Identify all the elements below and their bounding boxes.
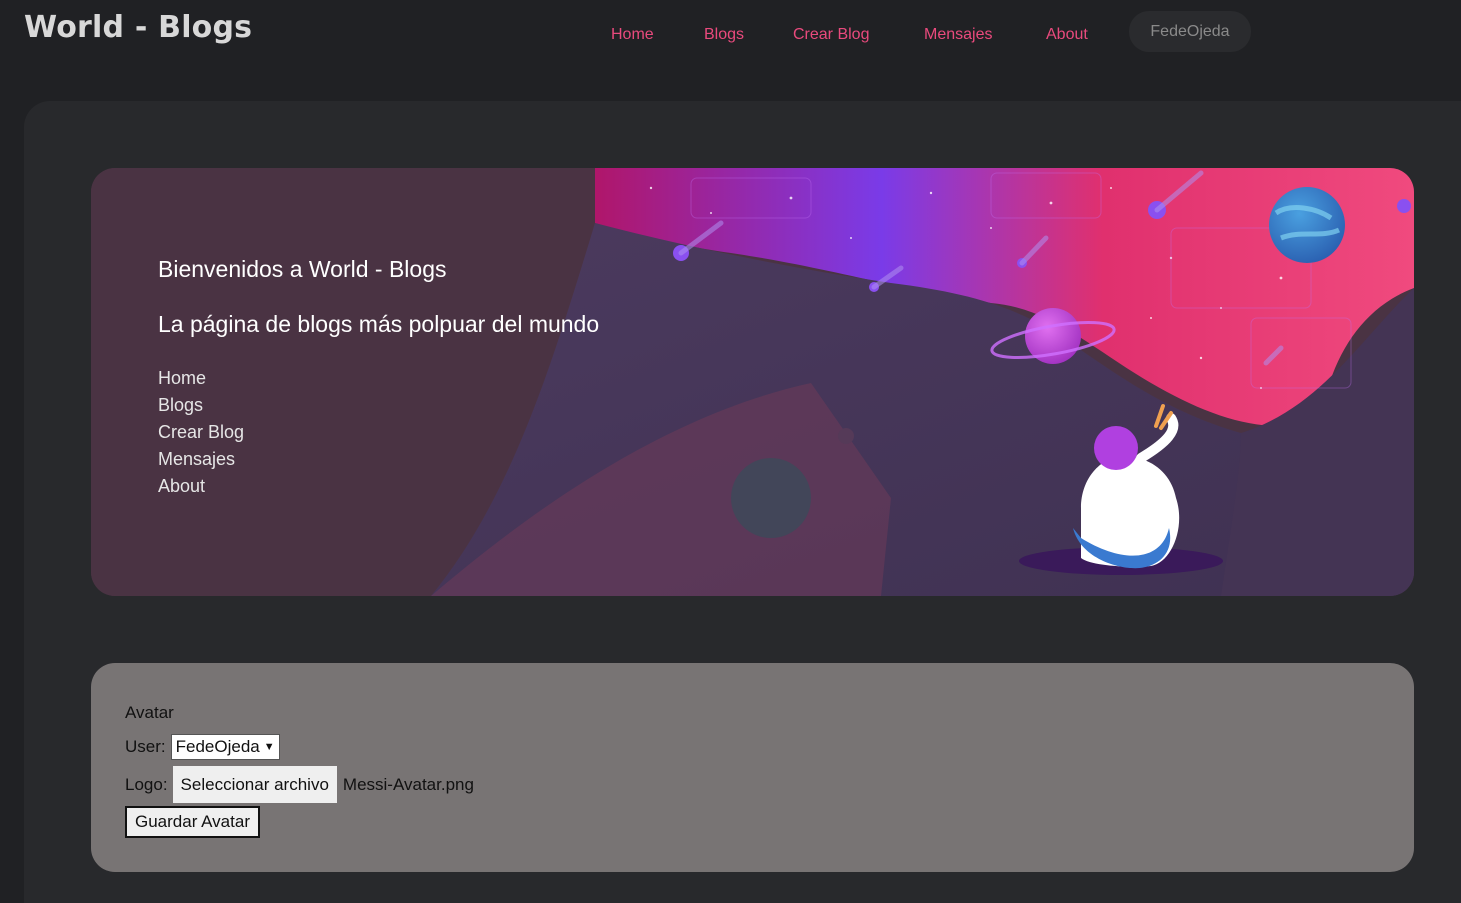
user-select[interactable]: FedeOjeda ▼	[170, 734, 280, 760]
hero-link-home[interactable]: Home	[158, 366, 599, 393]
selected-file-name: Messi-Avatar.png	[342, 774, 474, 794]
logo-row: Logo: Seleccionar archivo Messi-Avatar.p…	[125, 766, 474, 803]
save-avatar-button[interactable]: Guardar Avatar	[125, 806, 260, 838]
avatar-form: Avatar User: FedeOjeda ▼ Logo: Seleccion…	[91, 663, 1414, 872]
hero-link-mensajes[interactable]: Mensajes	[158, 447, 599, 474]
top-navbar: World - Blogs Home Blogs Crear Blog Mens…	[0, 0, 1461, 100]
nav-crear-blog[interactable]: Crear Blog	[793, 26, 869, 44]
hero-subtitle: La página de blogs más polpuar del mundo	[158, 311, 600, 337]
file-select-button[interactable]: Seleccionar archivo	[172, 766, 337, 803]
nav-home[interactable]: Home	[611, 26, 654, 44]
hero-link-crear-blog[interactable]: Crear Blog	[158, 420, 599, 447]
hero-links: Home Blogs Crear Blog Mensajes About	[158, 366, 599, 501]
user-row: User: FedeOjeda ▼	[125, 734, 280, 760]
hero-text-block: Bienvenidos a World - Blogs La página de…	[158, 256, 599, 501]
chevron-down-icon: ▼	[263, 741, 275, 753]
hero-link-blogs[interactable]: Blogs	[158, 393, 599, 420]
user-menu[interactable]: FedeOjeda	[1129, 11, 1251, 52]
logo-label: Logo:	[125, 774, 168, 794]
nav-mensajes[interactable]: Mensajes	[924, 26, 992, 44]
hero-banner: Bienvenidos a World - Blogs La página de…	[91, 168, 1414, 596]
hero-link-about[interactable]: About	[158, 474, 599, 501]
user-label: User:	[125, 737, 166, 756]
avatar-form-heading: Avatar	[125, 703, 174, 722]
hero-title: Bienvenidos a World - Blogs	[158, 256, 447, 282]
nav-about[interactable]: About	[1046, 26, 1088, 44]
user-select-value: FedeOjeda	[175, 737, 260, 756]
nav-blogs[interactable]: Blogs	[704, 26, 744, 44]
